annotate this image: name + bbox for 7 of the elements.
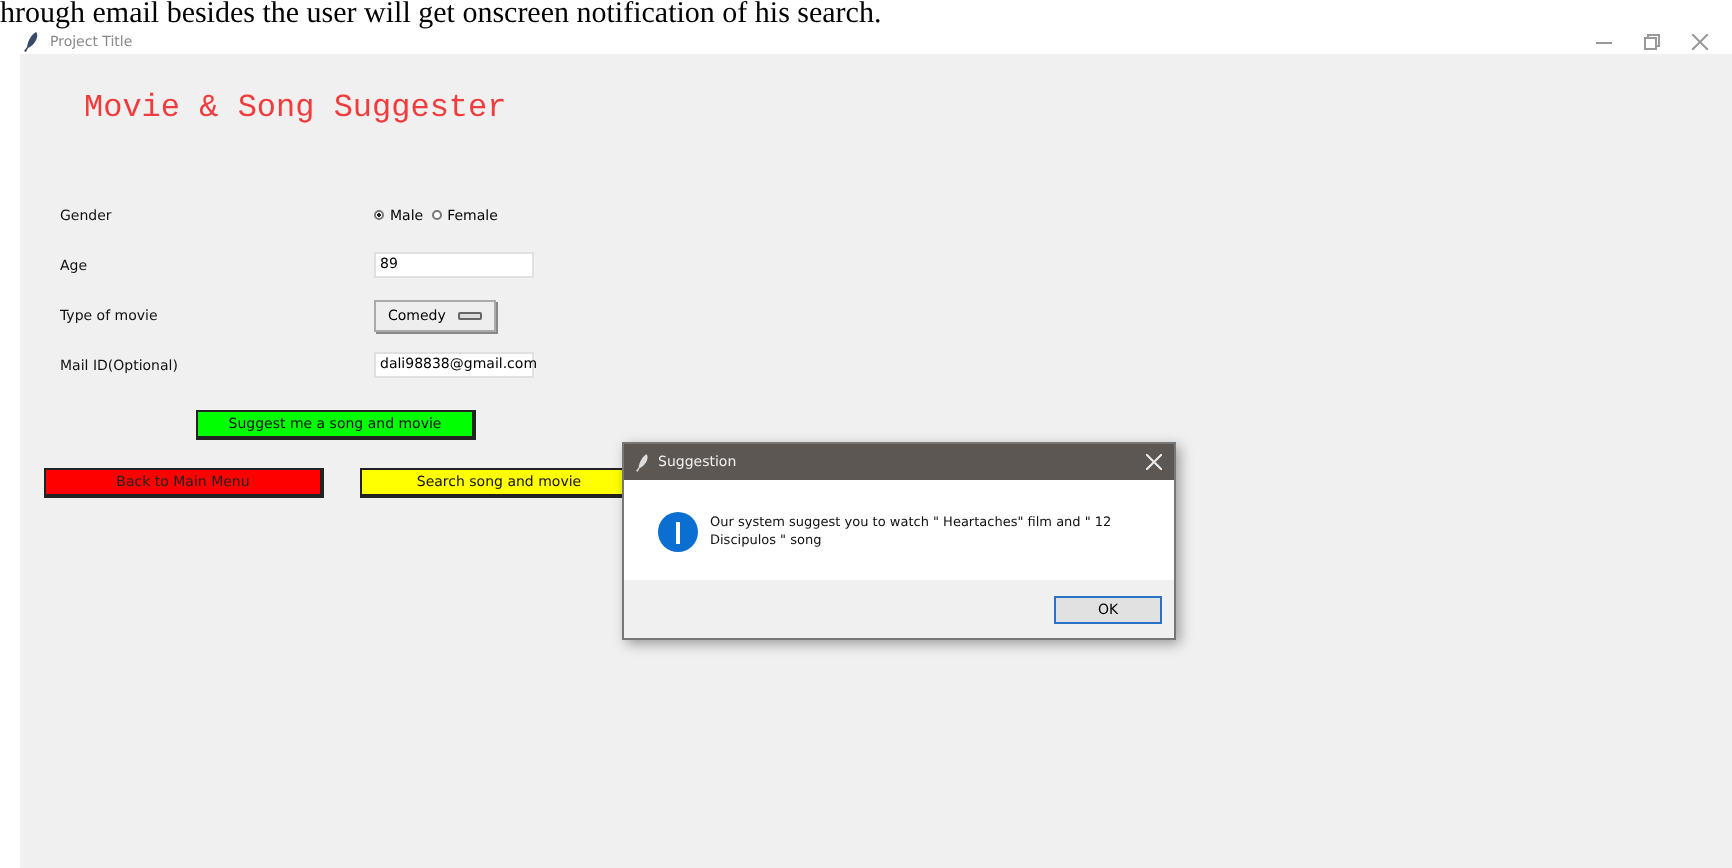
close-icon[interactable] [1692, 34, 1708, 50]
info-icon [658, 512, 698, 552]
app-title: Movie & Song Suggester [84, 90, 509, 130]
restore-icon[interactable] [1644, 34, 1660, 50]
feather-icon [636, 453, 650, 471]
document-text: hrough email besides the user will get onscreen notification of his search. [0, 0, 882, 30]
feather-icon [24, 32, 40, 52]
